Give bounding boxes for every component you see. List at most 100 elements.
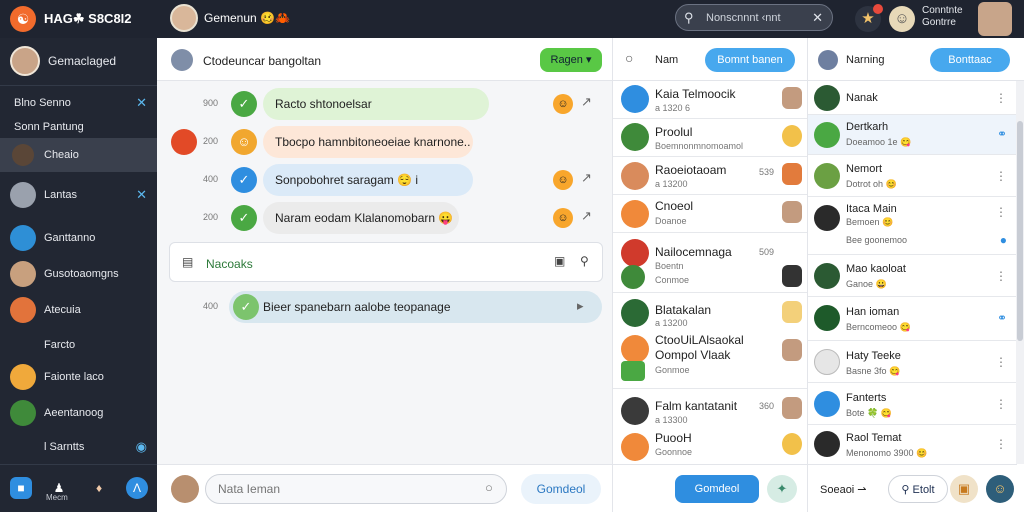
contact-name: Nailocemnaga [655,245,732,259]
attach-icon[interactable]: ✦ [767,475,797,503]
info-icon[interactable]: ◉ [136,439,147,455]
more-icon[interactable]: ⋮ [995,437,1007,451]
more-icon[interactable]: ⋮ [995,205,1007,219]
notification-item[interactable]: Mao kaoloat Ganoe 😀 ⋮ [808,255,1017,297]
sidebar-item-11[interactable]: l Sarntts ◉ [0,430,157,464]
sidebar-item-label: Farcto [44,339,76,351]
emoji-icon[interactable]: ☺ [986,475,1014,503]
contact-item[interactable]: Proolul Boemnonmnomoamol [613,119,808,157]
logo-icon[interactable]: ☯ [10,6,36,32]
notification-subtext: Bemoen 😊 [846,217,894,227]
contact-name: Kaia Telmoocik [655,87,736,101]
share-icon[interactable]: ↗ [581,94,592,110]
notifications-icon[interactable]: ★ [855,4,883,32]
sidebar-item-10[interactable]: Aeentanoog [0,396,157,430]
sidebar-profile[interactable]: Gemaclaged [0,38,157,86]
notification-item[interactable]: Nemort Dotrot oh 😊 ⋮ [808,155,1017,197]
expand-icon[interactable]: ▸ [577,298,584,314]
profile-avatar[interactable] [978,2,1012,36]
more-icon[interactable]: ⋮ [995,397,1007,411]
emoji-reaction-icon[interactable]: ☺ [553,208,573,228]
message-bubble[interactable]: Naram eodam Klalanomobarn 😛 [263,202,459,234]
notification-item[interactable]: Han ioman Berncomeoo 😋 ⚭ [808,297,1017,341]
contact-item[interactable]: Raoeiotaoam а 13200 539 [613,157,808,195]
search-input[interactable]: Nonscnnnt ‹nnt [706,12,781,24]
more-icon[interactable]: ⋮ [995,91,1007,105]
sidebar-item-label: Atecuia [44,304,81,316]
contact-item[interactable]: Falm kantatanit а 13300 360 PuooH Goonno… [613,389,808,464]
avatar [782,201,802,223]
sidebar-item-label: Blno Senno [14,97,71,109]
notifications-header-button[interactable]: Bonttaac [930,48,1010,72]
contact-name: CtooUiLAlsaokal [655,333,744,347]
more-icon[interactable]: ⋮ [995,169,1007,183]
message-bubble[interactable]: Bieer spanebarn aalobe teopanage [229,291,602,323]
sidebar-item-4[interactable]: Lantas ✕ [0,178,157,212]
sidebar-item-7[interactable]: Atecuia [0,293,157,327]
send-button[interactable]: Gomdeol [521,474,601,504]
chat-icon[interactable]: ■ [10,477,32,499]
avatar [814,85,840,111]
avatar [814,349,840,375]
contacts-header-button[interactable]: Bomnt banen [705,48,795,72]
calendar-icon[interactable]: ▣ [950,475,978,503]
pin-icon[interactable]: ⚲ [580,254,589,268]
contact-item[interactable]: Blatakalan а 13200 CtooUiLAlsaokal Oompo… [613,293,808,389]
message-bubble[interactable]: Tbocpo hamnbitoneoeiae knarnone.. [263,126,473,158]
sidebar-item-3[interactable]: Cheaio [0,138,157,172]
avatar [782,265,802,287]
ragen-button[interactable]: Ragen ▾ [540,48,602,72]
message-time: 400 [203,301,219,311]
contact-item[interactable]: Kaia Telmoocik а 1320 6 [613,81,808,119]
emoji-reaction-icon[interactable]: ☺ [553,170,573,190]
contact-item[interactable]: Cnoeol Doanoe [613,195,808,233]
search-box[interactable]: ⚲ Nonscnnnt ‹nnt ✕ [675,4,833,31]
emoji-reaction-icon[interactable]: ☺ [553,94,573,114]
navigate-icon[interactable]: Λ [126,477,148,499]
avatar [10,261,36,287]
message-bubble[interactable]: Racto shtonoelsar [263,88,489,120]
chat-avatar[interactable] [170,4,198,32]
notification-item[interactable]: Raol Temat Menonomo 3900 😊 ⋮ [808,425,1017,464]
sidebar-item-9[interactable]: Faionte laco [0,360,157,394]
notification-item[interactable]: Fanterts Bote 🍀 😋 ⋮ [808,383,1017,425]
share-icon[interactable]: ↗ [581,170,592,186]
share-icon[interactable]: ↗ [581,208,592,224]
bell-icon[interactable]: ♦ [88,477,110,499]
notes-card[interactable]: ▤ Nacoaks ▣ ⚲ [169,242,603,282]
scrollbar-thumb[interactable] [1017,121,1023,341]
emoji-icon[interactable]: ☺ [889,6,915,32]
ragen-button-label: Ragen [550,54,583,66]
message-time: 200 [203,212,219,222]
message-icon: ✓ [231,167,257,193]
sidebar-item-6[interactable]: Gusotoaomgns [0,257,157,291]
notification-subtext: Menonomo 3900 😊 [846,448,928,458]
message-row: 200 ☺ Tbocpo hamnbitoneoeiae knarnone.. [157,126,612,158]
notification-item[interactable]: Haty Teeke Basne 3fo 😋 ⋮ [808,341,1017,383]
sidebar-item-5[interactable]: Ganttanno [0,221,157,255]
notification-item[interactable]: Nanak ⋮ [808,81,1017,115]
close-icon[interactable]: ✕ [136,187,147,203]
mention-icon[interactable]: ○ [485,480,493,495]
link-icon[interactable]: ⚭ [997,311,1007,325]
clear-search-icon[interactable]: ✕ [812,10,823,26]
link-icon[interactable]: ⚭ [997,127,1007,141]
chat-title: Gemenun 🥴🦀 [204,11,290,25]
more-icon[interactable]: ⋮ [995,355,1007,369]
notification-item[interactable]: Itaca Main Bemoen 😊 Bee goonemoo ⋮ ● [808,197,1017,255]
sidebar-item-8[interactable]: Farcto [0,328,157,362]
edit-button[interactable]: ⚲ Etolt [888,475,948,503]
message-bubble[interactable]: Sonpobohret saragam 😌 i [263,164,473,196]
avatar [814,391,840,417]
close-icon[interactable]: ✕ [136,95,147,111]
notification-item[interactable]: Dertkarh Doeamoo 1е 😋 ⚭ [808,115,1017,155]
send-message-button[interactable]: Gomdeol [675,475,759,503]
contacts-header-title: Nam [655,54,679,66]
contacts-icon: ○ [625,50,634,66]
message-input[interactable] [205,474,507,504]
contact-item[interactable]: Nailocemnaga Boentn Conmoe 509 [613,233,808,293]
more-icon[interactable]: ⋮ [995,269,1007,283]
expand-icon[interactable]: ▣ [554,254,565,268]
sidebar-item-label: Sonn Pantung [14,121,84,133]
scrollbar[interactable] [1016,81,1024,464]
